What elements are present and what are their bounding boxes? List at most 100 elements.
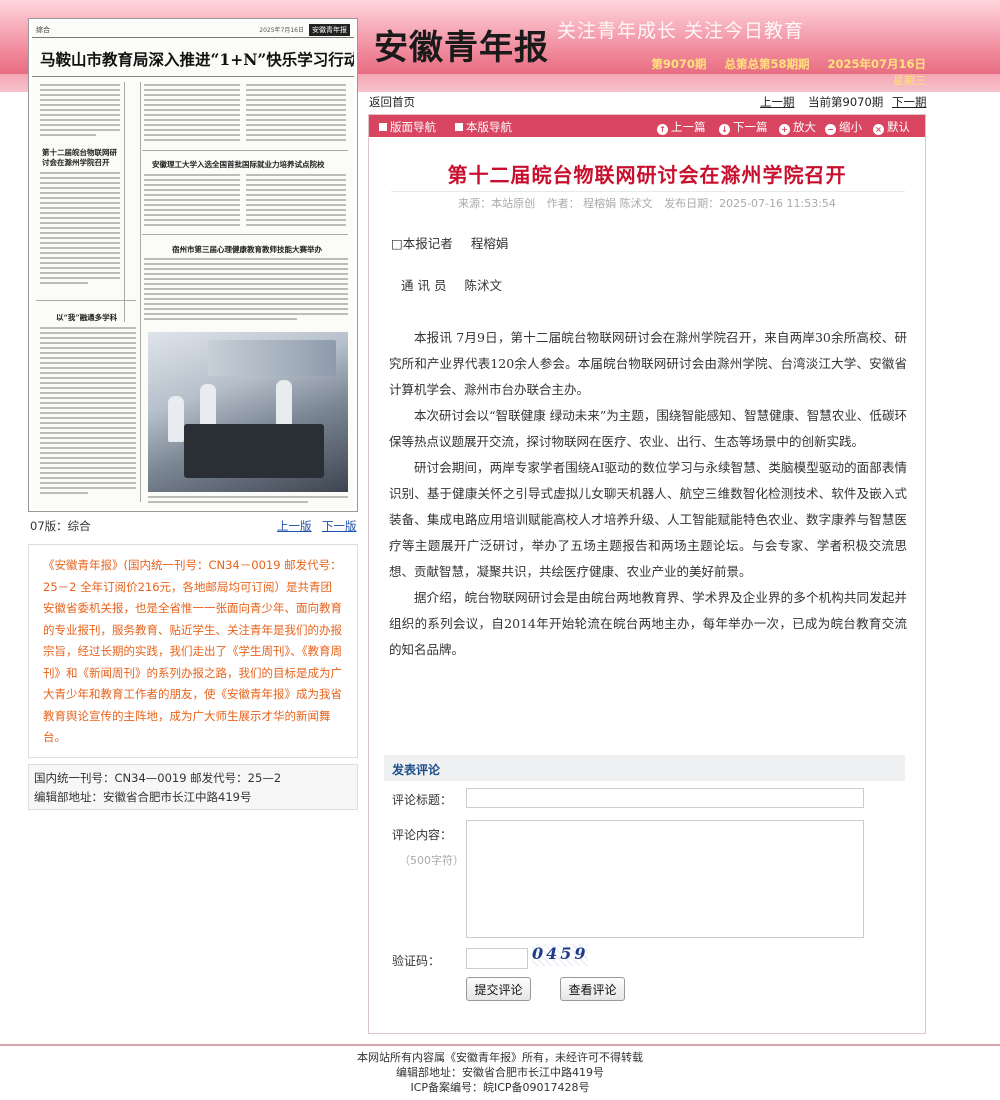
current-issue-label: 当前第9070期 (808, 95, 884, 109)
paper-headline[interactable]: 马鞍山市教育局深入推进“1+N”快乐学习行动 (32, 38, 354, 77)
article-paragraph: 据介绍，皖台物联网研讨会是由皖台两地教育界、学术界及企业界的多个机构共同发起并组… (389, 590, 907, 657)
comment-title-label: 评论标题： (392, 793, 453, 807)
footer-icp[interactable]: ICP备案编号：皖ICP备09017428号 (0, 1080, 1000, 1095)
article-toolbar: 版面导航 本版导航 ↑ 上一篇 ↓ 下一篇 + 放大 − 缩小 × 默认 (369, 115, 925, 137)
paper-subhead[interactable]: 安徽理工大学入选全国首批国际就业力培养试点院校 (152, 159, 342, 170)
next-page-link[interactable]: 下一版 (322, 518, 357, 534)
paper-photo (148, 332, 348, 492)
prev-article-button[interactable]: ↑ 上一篇 (657, 119, 706, 135)
paper-text-block (40, 327, 136, 497)
section-nav-label: 版面导航 (390, 120, 436, 134)
comment-title-input[interactable] (466, 788, 864, 808)
footer-address: 编辑部地址：安徽省合肥市长江中路419号 (396, 1066, 604, 1079)
default-size-label: 默认 (887, 120, 910, 134)
paper-text-block (144, 174, 240, 229)
square-icon (379, 123, 387, 131)
square-icon (455, 123, 463, 131)
byline-name: 陈沭文 (464, 278, 502, 293)
submit-comment-button[interactable]: 提交评论 (466, 977, 531, 1001)
paper-text-block (246, 84, 346, 144)
article-paragraph: 研讨会期间，两岸专家学者围绕AI驱动的数位学习与永续智慧、类脑模型驱动的面部表情… (389, 460, 907, 579)
photo-figure (276, 380, 292, 426)
page-nav-label: 本版导航 (466, 120, 512, 134)
issue-weekday: 星期三 (893, 74, 926, 87)
paper-row-rule (142, 234, 348, 235)
prev-article-label: 上一篇 (671, 120, 706, 134)
article-title: 第十二届皖台物联网研讨会在滁州学院召开 (447, 163, 847, 187)
view-comments-button[interactable]: 查看评论 (560, 977, 625, 1001)
next-issue-link[interactable]: 下一期 (892, 94, 927, 110)
arrow-down-icon: ↓ (719, 124, 730, 135)
comment-length-hint: （500字符） (399, 854, 464, 867)
editorial-address: 编辑部地址：安徽省合肥市长江中路419号 (34, 790, 252, 804)
prev-issue-link[interactable]: 上一期 (760, 94, 795, 110)
footer-divider (0, 1044, 1000, 1046)
captcha-input[interactable] (466, 948, 528, 969)
back-home-link[interactable]: 返回首页 (369, 94, 415, 110)
zoom-out-button[interactable]: − 缩小 (825, 119, 862, 135)
issue-info: 第9070期 总第总第58期期 2025年07月16日 (637, 56, 926, 72)
photo-robot-table (184, 424, 324, 478)
newspaper-page-image: 综合 2025年7月16日 安徽青年报 马鞍山市教育局深入推进“1+N”快乐学习… (32, 22, 354, 508)
byline-name: 程榕娟 (470, 236, 509, 251)
byline-reporter: □本报记者 程榕娟 (391, 233, 508, 252)
next-article-label: 下一篇 (733, 120, 768, 134)
page-label: 07版：综合 (30, 519, 91, 533)
article-author: 作者： 程榕娟 陈沭文 (546, 197, 653, 210)
byline-label: 通 讯 员 (401, 278, 447, 293)
newspaper-intro-text: 《安徽青年报》(国内统一刊号：CN34－0019 邮发代号：25－2 全年订阅价… (43, 558, 342, 744)
byline-label: □本报记者 (391, 236, 453, 251)
paper-row-rule (142, 150, 348, 151)
paper-date: 2025年7月16日 (259, 27, 304, 34)
article-source: 来源：本站原创 (458, 197, 536, 210)
paper-name-tag: 安徽青年报 (309, 24, 350, 36)
next-article-button[interactable]: ↓ 下一篇 (719, 119, 768, 135)
page-nav-button[interactable]: 本版导航 (455, 119, 512, 135)
zoom-out-label: 缩小 (839, 120, 862, 134)
paper-masthead: 综合 2025年7月16日 安徽青年报 (32, 22, 354, 38)
issue-date: 2025年07月16日 (827, 57, 926, 71)
article-paragraph: 本报讯 7月9日，第十二届皖台物联网研讨会在滁州学院召开，来自两岸30余所高校、… (389, 330, 907, 397)
site-footer: 本网站所有内容属《安徽青年报》所有，未经许可不得转载 编辑部地址：安徽省合肥市长… (0, 1050, 1000, 1095)
comment-section-heading: 发表评论 (384, 755, 905, 781)
paper-section-tag: 综合 (36, 26, 50, 34)
arrow-up-icon: ↑ (657, 124, 668, 135)
article-pub-date: 发布日期：2025-07-16 11:53:54 (664, 197, 836, 210)
footer-copyright: 本网站所有内容属《安徽青年报》所有，未经许可不得转载 (357, 1051, 643, 1064)
newspaper-intro-box: 《安徽青年报》(国内统一刊号：CN34－0019 邮发代号：25－2 全年订阅价… (28, 544, 358, 758)
paper-text-block (144, 258, 348, 323)
paper-subhead[interactable]: 以“我”融通多学科 (56, 312, 126, 323)
paper-subhead[interactable]: 宿州市第三届心理健康教育教师技能大赛举办 (172, 244, 342, 255)
newspaper-page-thumbnail[interactable]: 综合 2025年7月16日 安徽青年报 马鞍山市教育局深入推进“1+N”快乐学习… (28, 18, 358, 512)
byline-correspondent: 通 讯 员 陈沭文 (401, 275, 502, 294)
captcha-image[interactable]: 0459 (532, 944, 588, 966)
header-slogan: 关注青年成长 关注今日教育 (557, 20, 805, 42)
issue-number: 第9070期 (651, 57, 707, 71)
comment-content-input[interactable] (466, 820, 864, 938)
section-nav-button[interactable]: 版面导航 (379, 119, 436, 135)
paper-caption (148, 496, 348, 506)
article-body: 本报讯 7月9日，第十二届皖台物联网研讨会在滁州学院召开，来自两岸30余所高校、… (389, 325, 907, 663)
photo-banner (208, 340, 336, 376)
issue-navigation: 返回首页 上一期 当前第9070期 下一期 (362, 92, 1000, 110)
paper-text-block (40, 84, 120, 139)
plus-icon: + (779, 124, 790, 135)
times-icon: × (873, 124, 884, 135)
publication-code: 国内统一刊号：CN34—0019 邮发代号：25—2 (34, 771, 282, 785)
prev-page-link[interactable]: 上一版 (277, 518, 312, 534)
default-size-button[interactable]: × 默认 (873, 119, 910, 135)
paper-text-block (40, 172, 120, 287)
zoom-in-button[interactable]: + 放大 (779, 119, 816, 135)
paper-column-rule (124, 82, 125, 322)
paper-text-block (144, 84, 240, 144)
article-paragraph: 本次研讨会以“智联健康 绿动未来”为主题，围绕智能感知、智慧健康、智慧农业、低碳… (389, 408, 907, 449)
site-logo[interactable]: 安徽青年报 (374, 20, 549, 69)
title-divider (391, 191, 905, 192)
article-meta: 来源：本站原创 作者： 程榕娟 陈沭文 发布日期：2025-07-16 11:5… (369, 195, 925, 211)
comment-content-label: 评论内容： (392, 828, 453, 842)
publication-info-box: 国内统一刊号：CN34—0019 邮发代号：25—2 编辑部地址：安徽省合肥市长… (28, 764, 358, 810)
captcha-label: 验证码： (392, 954, 441, 968)
zoom-in-label: 放大 (793, 120, 816, 134)
paper-text-block (246, 174, 346, 229)
paper-subhead[interactable]: 第十二届皖台物联网研讨会在滁州学院召开 (42, 148, 122, 168)
